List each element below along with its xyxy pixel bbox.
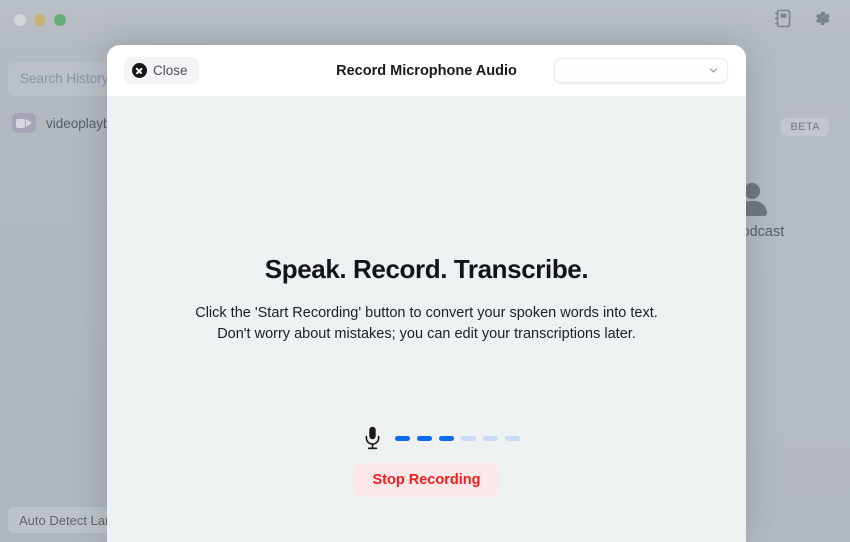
hero-heading: Speak. Record. Transcribe. <box>264 254 589 284</box>
audio-level-bar-2 <box>416 435 432 441</box>
modal-header: Close Record Microphone Audio <box>107 45 746 96</box>
hero-description-line-2: Don't worry about mistakes; you can edit… <box>217 326 636 342</box>
hero-section: Speak. Record. Transcribe. Click the 'St… <box>107 254 746 345</box>
microphone-icon <box>365 426 379 450</box>
recorder-controls: Stop Recording <box>107 426 746 497</box>
chevron-down-icon <box>709 68 718 73</box>
app-window: Search History videoplayback Auto Detect… <box>0 0 850 542</box>
stop-recording-button[interactable]: Stop Recording <box>353 463 500 497</box>
hero-description-line-1: Click the 'Start Recording' button to co… <box>195 305 658 321</box>
audio-level-bar-1 <box>394 435 410 441</box>
audio-meter-row <box>364 426 520 450</box>
modal-body: Speak. Record. Transcribe. Click the 'St… <box>107 96 746 542</box>
audio-level-meter <box>394 435 520 441</box>
audio-level-bar-5 <box>482 435 498 441</box>
audio-level-bar-6 <box>504 435 520 441</box>
audio-level-bar-3 <box>438 435 454 441</box>
audio-level-bar-4 <box>460 435 476 441</box>
audio-device-select[interactable] <box>554 58 728 83</box>
record-microphone-modal: Close Record Microphone Audio Speak. Rec… <box>107 45 746 542</box>
